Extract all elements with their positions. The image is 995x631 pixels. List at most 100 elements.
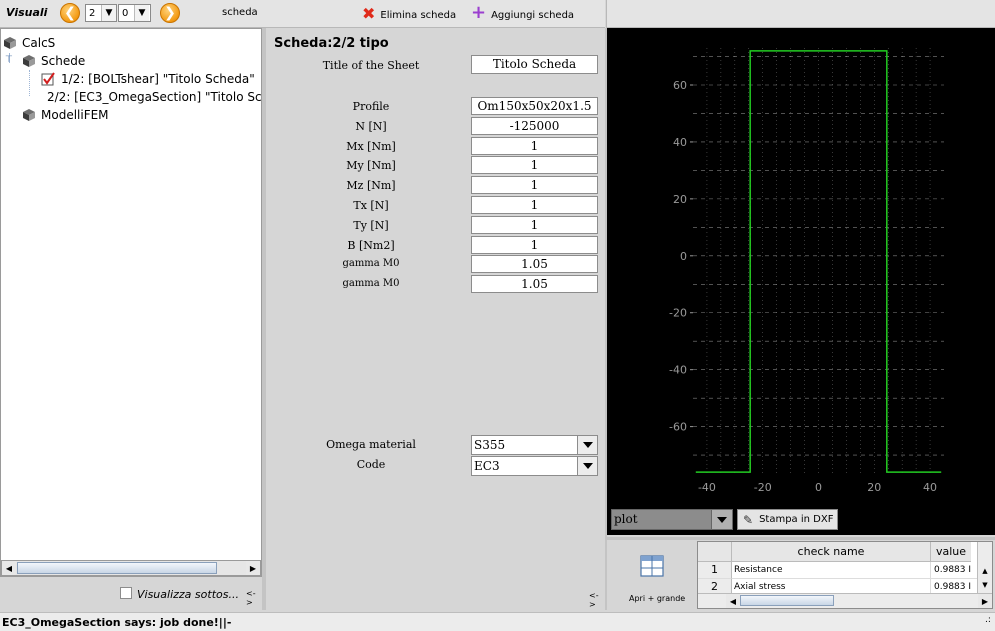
resize-handle-icon[interactable]: <->	[246, 589, 262, 607]
field-label: N [N]	[355, 120, 387, 133]
resize-handle-icon[interactable]: <->	[589, 591, 605, 609]
scroll-right-icon[interactable]: ▶	[246, 561, 260, 575]
tree-node-schede[interactable]: Schede	[23, 52, 85, 70]
tree-node-root[interactable]: CalcS	[4, 34, 55, 52]
open-big-button[interactable]: Apri + grande	[607, 541, 695, 610]
tree-panel: CalcS ⊤ Schede 1/2: [BOLTshear] "Titolo …	[0, 28, 262, 577]
x-tick-label: 40	[923, 481, 937, 494]
scroll-up-icon[interactable]: ▲	[978, 564, 992, 578]
field-label: Tx [N]	[353, 199, 389, 212]
cube-icon	[23, 55, 35, 67]
show-subs-label: Visualizza sottos...	[137, 588, 239, 601]
field-input[interactable]: Om150x50x20x1.5	[471, 97, 598, 115]
code-select[interactable]: EC3	[471, 456, 598, 476]
tree-footer: Visualizza sottos... <->	[0, 578, 262, 610]
results-table[interactable]: check name value 1 Resistance 0.9883 I 2 Axi…	[697, 541, 993, 609]
scroll-thumb[interactable]	[17, 562, 217, 574]
tree-sheet-1-label: 1/2: [BOLTshear] "Titolo Scheda"	[61, 72, 255, 86]
field-input[interactable]: 1	[471, 176, 598, 194]
close-x-icon: ✖	[362, 4, 376, 23]
scroll-thumb[interactable]	[740, 595, 834, 606]
checkbox-checked-icon	[41, 72, 55, 86]
chevron-down-icon[interactable]	[577, 457, 597, 475]
tree-hscrollbar[interactable]: ◀ ▶	[1, 560, 261, 576]
dxf-print-button[interactable]: ✎ Stampa in DXF	[737, 509, 838, 530]
y-tick-label: -60	[669, 421, 687, 434]
column-header-check-name[interactable]: check name	[732, 542, 931, 562]
scroll-down-icon[interactable]: ▼	[978, 578, 992, 592]
y-tick-label: 60	[673, 79, 687, 92]
cell-check-name[interactable]: Resistance	[732, 562, 931, 579]
add-sheet-label: Aggiungi scheda	[491, 9, 575, 21]
results-vscrollbar[interactable]: ▲ ▼	[977, 542, 992, 593]
material-value: S355	[474, 438, 506, 452]
results-hscrollbar[interactable]: ◀ ▶	[698, 593, 992, 608]
plot-mode-value: plot	[614, 512, 638, 526]
results-panel: Apri + grande check name value 1 Resistan…	[607, 537, 995, 610]
cube-icon	[23, 109, 35, 121]
field-input[interactable]: 1	[471, 156, 598, 174]
tree-toggle-icon[interactable]: ⊤	[5, 55, 13, 65]
page-spinner[interactable]: 2 ▼	[85, 4, 117, 22]
field-label: B [Nm2]	[347, 239, 395, 252]
y-tick-label: 40	[673, 136, 687, 149]
field-input[interactable]: 1.05	[471, 275, 598, 293]
top-toolbar: Visuali ❮ 2 ▼ 0 ▼ ❯ scheda ✖ Elimina sch…	[0, 0, 605, 28]
title-label: Title of the Sheet	[322, 59, 420, 72]
chevron-down-icon[interactable]: ▼	[101, 5, 116, 21]
y-tick-label: 0	[680, 250, 687, 263]
x-tick-label: 20	[867, 481, 881, 494]
field-label: Mx [Nm]	[346, 140, 396, 153]
tree-node-sheet-2[interactable]: 2/2: [EC3_OmegaSection] "Titolo Scheda"	[41, 88, 261, 106]
field-input[interactable]: 1	[471, 236, 598, 254]
delete-sheet-button[interactable]: ✖ Elimina scheda	[362, 4, 456, 23]
arrow-right-icon: ❯	[164, 5, 176, 21]
form-heading: Scheda:2/2 tipo	[274, 36, 389, 51]
field-input[interactable]: 1	[471, 216, 598, 234]
section-plot[interactable]: 60 40 20 0 -20 -40 -60 -40 -20 0 20 40	[607, 28, 995, 535]
plot-mode-select[interactable]: plot	[611, 509, 733, 530]
next-arrow-button[interactable]: ❯	[160, 3, 180, 23]
chevron-down-icon[interactable]	[711, 510, 732, 529]
resize-grip-icon[interactable]: .:	[985, 615, 991, 625]
field-input[interactable]: 1	[471, 196, 598, 214]
y-tick-label: 20	[673, 193, 687, 206]
arrow-left-icon: ❮	[64, 5, 76, 21]
y-tick-label: -40	[669, 364, 687, 377]
field-label: My [Nm]	[346, 159, 396, 172]
cell-value[interactable]: 0.9883 I	[931, 562, 977, 579]
dxf-print-label: Stampa in DXF	[759, 514, 834, 525]
sub-spinner[interactable]: 0 ▼	[118, 4, 151, 22]
top-toolbar-right	[606, 0, 995, 28]
status-bar: EC3_OmegaSection says: job done!||- .:	[0, 612, 995, 631]
tree-node-sheet-1[interactable]: 1/2: [BOLTshear] "Titolo Scheda"	[41, 70, 255, 88]
column-header-value[interactable]: value	[931, 542, 971, 562]
x-tick-label: -20	[754, 481, 772, 494]
title-field[interactable]: Titolo Scheda	[471, 55, 598, 74]
field-input[interactable]: 1.05	[471, 255, 598, 273]
scroll-left-icon[interactable]: ◀	[2, 561, 16, 575]
add-sheet-button[interactable]: + Aggiungi scheda	[471, 2, 574, 23]
field-label: gamma M0	[342, 278, 400, 289]
field-input[interactable]: -125000	[471, 117, 598, 135]
field-label: Profile	[352, 100, 390, 113]
tree-node-modelli[interactable]: ModelliFEM	[23, 106, 109, 124]
tree-root-label: CalcS	[22, 36, 56, 50]
material-select[interactable]: S355	[471, 435, 598, 455]
tree-modelli-label: ModelliFEM	[41, 108, 109, 122]
code-label: Code	[356, 458, 386, 471]
x-tick-label: 0	[815, 481, 822, 494]
prev-arrow-button[interactable]: ❮	[60, 3, 80, 23]
field-label: gamma M0	[342, 258, 400, 269]
scroll-left-icon[interactable]: ◀	[726, 594, 740, 608]
chevron-down-icon[interactable]	[577, 436, 597, 454]
field-label: Ty [N]	[353, 219, 389, 232]
page-value: 2	[89, 7, 96, 19]
splitter-bottom[interactable]	[607, 537, 995, 540]
scroll-right-icon[interactable]: ▶	[978, 594, 992, 608]
field-input[interactable]: 1	[471, 137, 598, 155]
show-subs-checkbox[interactable]	[120, 587, 132, 599]
plus-icon: +	[471, 2, 487, 23]
code-value: EC3	[474, 459, 500, 473]
chevron-down-icon[interactable]: ▼	[134, 5, 149, 21]
